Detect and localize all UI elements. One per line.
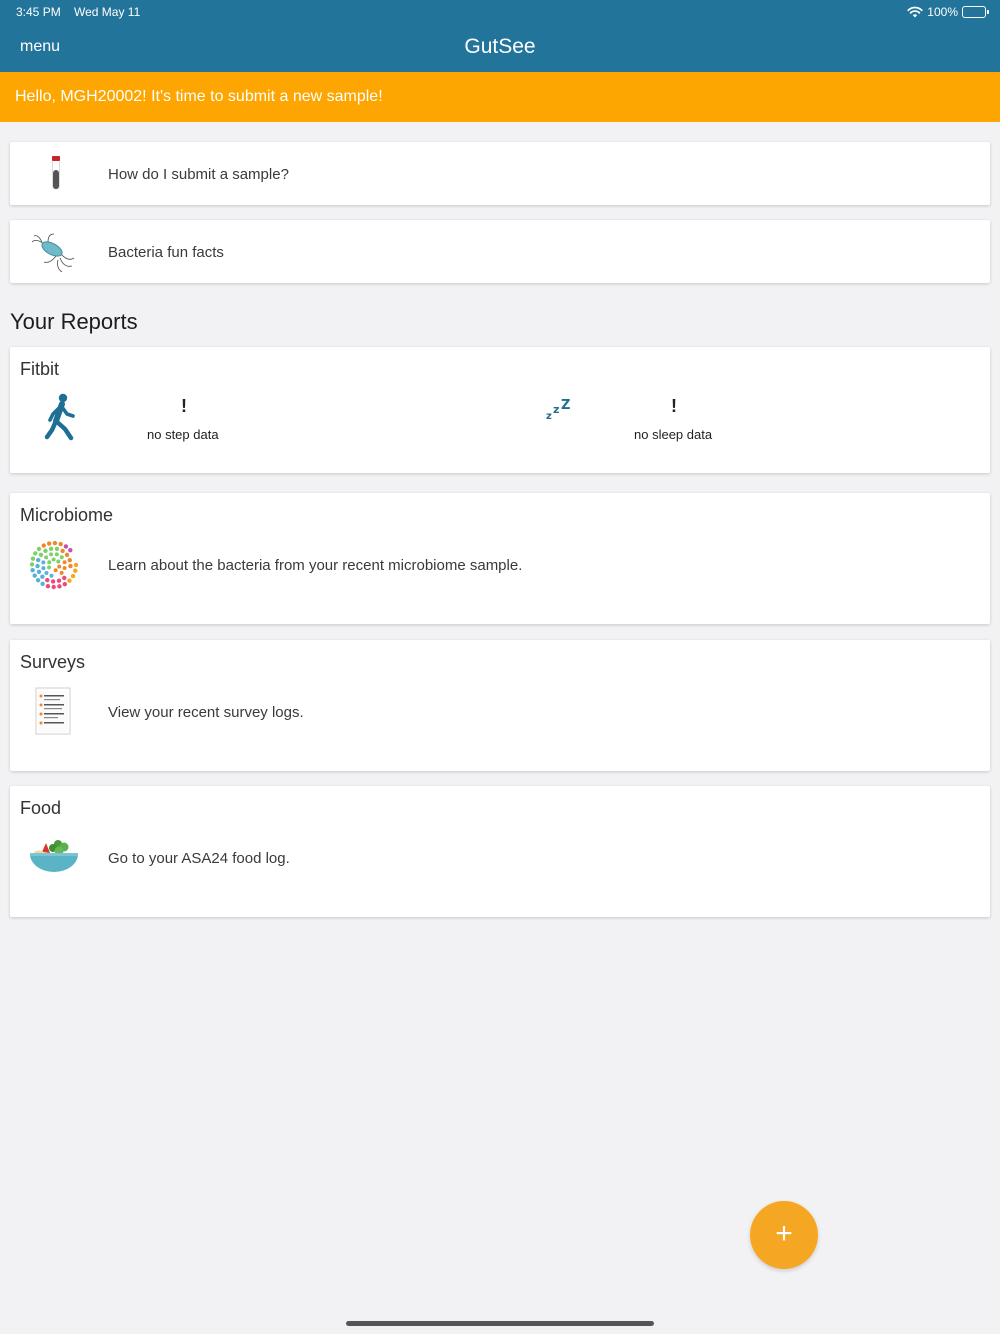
microbiome-circle-icon	[29, 540, 79, 590]
surveys-card[interactable]: Surveys View your recent survey logs.	[10, 640, 990, 771]
sleep-data-status: no sleep data	[634, 427, 713, 442]
bacteria-fun-facts-card[interactable]: Bacteria fun facts	[10, 220, 990, 283]
reports-section-title: Your Reports	[10, 309, 138, 334]
bacteria-fun-facts-label: Bacteria fun facts	[108, 244, 224, 261]
submit-sample-help-card[interactable]: How do I submit a sample?	[10, 142, 990, 205]
step-alert-icon: !	[181, 396, 187, 416]
add-button[interactable]: +	[750, 1201, 818, 1269]
food-card[interactable]: Food Go to your ASA24 food log.	[10, 786, 990, 917]
battery-percent: 100%	[927, 5, 958, 19]
microbiome-description: Learn about the bacteria from your recen…	[108, 557, 523, 574]
surveys-title: Surveys	[20, 652, 86, 672]
microbiome-card[interactable]: Microbiome Learn about the bacteria from…	[10, 493, 990, 624]
fitbit-card[interactable]: Fitbit ! no step data z z Z ! no sleep d…	[10, 347, 990, 473]
svg-text:z: z	[546, 411, 552, 422]
step-data-status: no step data	[147, 427, 219, 442]
sample-reminder-banner[interactable]: Hello, MGH20002! It's time to submit a n…	[0, 72, 1000, 122]
submit-sample-help-label: How do I submit a sample?	[108, 166, 289, 183]
salad-bowl-icon	[30, 840, 78, 872]
status-date: Wed May 11	[74, 5, 141, 19]
home-indicator[interactable]	[346, 1321, 654, 1326]
food-title: Food	[20, 798, 62, 818]
walking-person-icon	[44, 393, 75, 441]
app-header: 3:45 PM Wed May 11 100% menu GutSee	[0, 0, 1000, 72]
surveys-description: View your recent survey logs.	[108, 704, 304, 721]
app-title: GutSee	[464, 35, 536, 58]
status-indicators: 100%	[907, 4, 989, 20]
svg-text:Z: Z	[561, 398, 570, 413]
microbiome-title: Microbiome	[20, 505, 114, 525]
battery-icon	[962, 6, 989, 18]
bacteria-icon	[31, 233, 75, 272]
test-tube-icon	[52, 156, 60, 190]
svg-text:z: z	[553, 403, 559, 416]
fitbit-title: Fitbit	[20, 359, 60, 379]
status-time: 3:45 PM	[16, 5, 61, 19]
survey-document-icon	[35, 687, 71, 735]
wifi-icon	[907, 6, 923, 18]
moon-sleep-icon: z z Z	[535, 397, 572, 437]
sleep-alert-icon: !	[671, 396, 677, 416]
food-description: Go to your ASA24 food log.	[108, 850, 290, 867]
